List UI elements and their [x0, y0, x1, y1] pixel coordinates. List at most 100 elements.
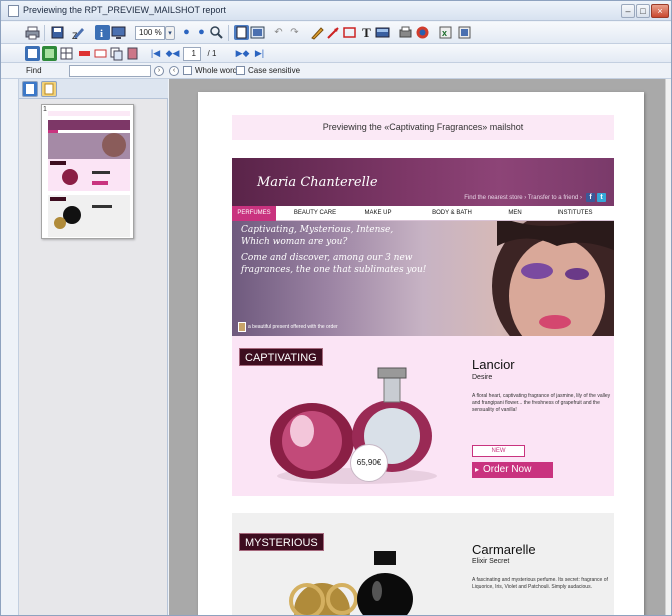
- zoom-dropdown-icon[interactable]: ▾: [165, 26, 175, 40]
- page-thumbnail[interactable]: 1: [41, 104, 134, 239]
- brand-logo: Maria Chanterelle: [257, 175, 378, 190]
- order-now-label: Order Now: [483, 464, 532, 475]
- product-name: Lancior: [472, 357, 515, 372]
- minimize-button[interactable]: –: [621, 4, 635, 18]
- edit-icon[interactable]: Z: [71, 25, 86, 40]
- hero-footnote: a beautiful present offered with the ord…: [248, 324, 338, 330]
- delete-row-icon[interactable]: [77, 46, 92, 61]
- nav-item-perfumes[interactable]: PERFUMES: [232, 206, 276, 221]
- hero-line-2: Which woman are you?: [241, 237, 348, 247]
- grid-icon[interactable]: [59, 46, 74, 61]
- paste-icon[interactable]: [125, 46, 140, 61]
- report-page: Previewing the «Captivating Fragrances» …: [198, 92, 644, 615]
- case-sensitive-label: Case sensitive: [248, 66, 301, 75]
- last-page-icon[interactable]: ▶|: [252, 46, 267, 61]
- triangle-right-icon: ▸: [475, 465, 480, 474]
- find-input[interactable]: [69, 65, 151, 77]
- undo-icon[interactable]: ↶: [271, 25, 286, 40]
- nav-item-men[interactable]: MEN: [500, 206, 530, 221]
- toolbar-main: Z i 100 % ▾ ● ● ↶ ↷ T x: [1, 22, 671, 44]
- product-description: A floral heart, captivating fragrance of…: [472, 393, 611, 413]
- redo-icon[interactable]: ↷: [287, 25, 302, 40]
- preview-heading: Previewing the «Captivating Fragrances» …: [232, 115, 614, 140]
- excel-icon[interactable]: x: [438, 25, 453, 40]
- thumbnails-tab[interactable]: [22, 81, 38, 97]
- hero-line-3: Come and discover, among our 3 new: [241, 253, 413, 263]
- nav-item-body-bath[interactable]: BODY & BATH: [426, 206, 478, 221]
- previous-page-icon[interactable]: ◆◀: [165, 46, 180, 61]
- layout-icon[interactable]: [25, 46, 40, 61]
- svg-text:Z: Z: [72, 31, 78, 40]
- magnifier-icon[interactable]: [209, 25, 224, 40]
- fit-page-icon[interactable]: [234, 25, 249, 40]
- whole-word-label: Whole word: [195, 66, 238, 75]
- nav-item-make-up[interactable]: MAKE UP: [358, 206, 398, 221]
- svg-text:x: x: [442, 28, 447, 38]
- find-bar: Find › ‹ Whole word Case sensitive: [1, 63, 671, 79]
- gift-icon: [238, 322, 246, 332]
- header-links[interactable]: Find the nearest store › Transfer to a f…: [464, 195, 582, 201]
- perfume-bottle-image: [289, 551, 413, 615]
- next-page-icon[interactable]: ▶◆: [235, 46, 250, 61]
- hero-model-image: [492, 221, 614, 336]
- insert-row-icon[interactable]: [93, 46, 108, 61]
- product-tag: CAPTIVATING: [239, 348, 323, 366]
- rectangle-tool-icon[interactable]: [342, 25, 357, 40]
- window-title: Previewing the RPT_PREVIEW_MAILSHOT repo…: [23, 5, 226, 15]
- maximize-button[interactable]: □: [636, 4, 650, 18]
- facebook-icon[interactable]: f: [586, 193, 595, 202]
- svg-text:i: i: [100, 28, 103, 40]
- close-button[interactable]: ×: [651, 4, 669, 18]
- info-icon[interactable]: i: [95, 25, 110, 40]
- page-width-icon[interactable]: [250, 25, 265, 40]
- product-block-mysterious: MYSTERIOUS Carmarelle Elixir Secret A fa…: [232, 513, 614, 615]
- pencil-icon[interactable]: [310, 25, 325, 40]
- text-tool-icon[interactable]: T: [359, 25, 374, 40]
- order-now-button[interactable]: ▸ Order Now: [472, 462, 553, 478]
- product-name: Carmarelle: [472, 542, 536, 557]
- export-icon[interactable]: [398, 25, 413, 40]
- page-total-label: / 1: [207, 49, 217, 58]
- title-bar: Previewing the RPT_PREVIEW_MAILSHOT repo…: [1, 1, 671, 21]
- thumbnail-tabs: [19, 79, 168, 99]
- find-next-icon[interactable]: ›: [154, 66, 164, 76]
- find-label: Find: [26, 66, 42, 75]
- find-previous-icon[interactable]: ‹: [169, 66, 179, 76]
- pdf-icon[interactable]: [415, 25, 430, 40]
- vertical-scrollbar[interactable]: [665, 79, 671, 615]
- whole-word-checkbox[interactable]: [183, 66, 192, 75]
- report-preview-window: Previewing the RPT_PREVIEW_MAILSHOT repo…: [0, 0, 672, 616]
- hero-banner: Captivating, Mysterious, Intense, Which …: [232, 221, 614, 336]
- new-badge: NEW: [472, 445, 525, 457]
- image-tool-icon[interactable]: [375, 25, 390, 40]
- toolbar-navigation: |◀ ◆◀ 1 / 1 ▶◆ ▶|: [1, 44, 671, 63]
- nav-item-beauty-care[interactable]: BEAUTY CARE: [288, 206, 342, 221]
- page-number-input[interactable]: 1: [183, 47, 201, 61]
- print-icon[interactable]: [25, 25, 40, 40]
- document-icon: [8, 5, 19, 17]
- product-description: A fascinating and mysterious perfume. It…: [472, 577, 608, 590]
- arrow-tool-icon[interactable]: [326, 25, 341, 40]
- word-icon[interactable]: [457, 25, 472, 40]
- hero-line-4: fragrances, the one that sublimates you!: [241, 265, 427, 275]
- copy-icon[interactable]: [109, 46, 124, 61]
- case-sensitive-checkbox[interactable]: [236, 66, 245, 75]
- picture-icon[interactable]: [42, 46, 57, 61]
- save-icon[interactable]: [50, 25, 65, 40]
- product-subtitle: Elixir Secret: [472, 558, 510, 565]
- zoom-in-icon[interactable]: ●: [179, 25, 194, 40]
- twitter-icon[interactable]: t: [597, 193, 606, 202]
- hero-line-1: Captivating, Mysterious, Intense,: [241, 225, 394, 235]
- mailshot-header: Maria Chanterelle Find the nearest store…: [232, 158, 614, 206]
- category-nav: PERFUMES BEAUTY CARE MAKE UP BODY & BATH…: [232, 206, 614, 221]
- price-badge: 65,90€: [350, 444, 388, 482]
- first-page-icon[interactable]: |◀: [148, 46, 163, 61]
- thumbnail-preview-image: [48, 111, 130, 237]
- zoom-select[interactable]: 100 %: [135, 26, 165, 40]
- left-strip: [1, 79, 19, 615]
- zoom-out-icon[interactable]: ●: [194, 25, 209, 40]
- monitor-icon[interactable]: [111, 25, 126, 40]
- outline-tab[interactable]: [41, 81, 57, 97]
- nav-item-institutes[interactable]: INSTITUTES: [550, 206, 600, 221]
- product-subtitle: Desire: [472, 374, 493, 381]
